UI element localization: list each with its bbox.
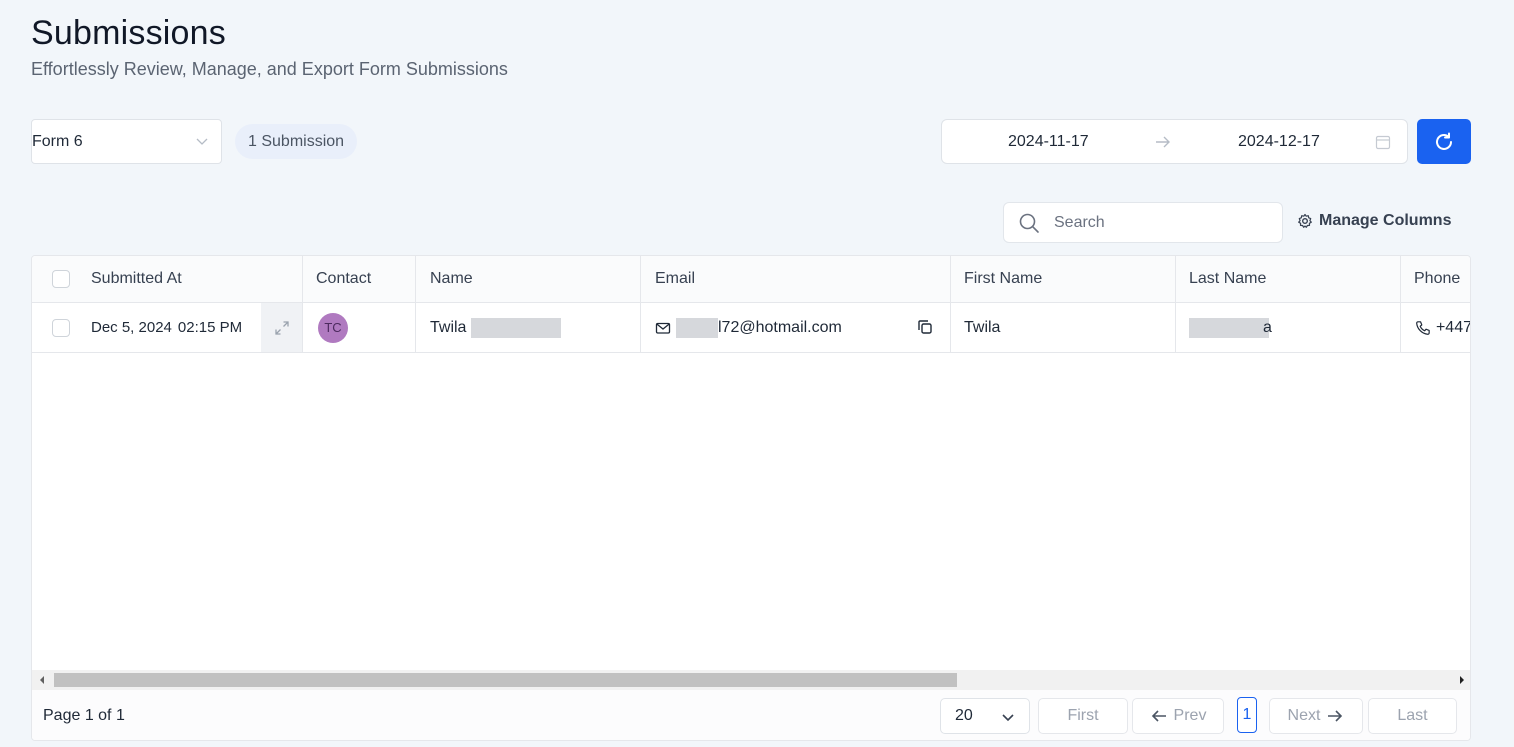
pagination-bar: Page 1 of 1 20 First Prev 1 Next Last xyxy=(32,690,1470,740)
column-header-last-name[interactable]: Last Name xyxy=(1175,256,1401,302)
page-info: Page 1 of 1 xyxy=(43,707,125,724)
table-header: Submitted At Contact Name Email First Na… xyxy=(32,256,1470,303)
column-header-name[interactable]: Name xyxy=(415,256,641,302)
calendar-icon xyxy=(1375,135,1391,150)
scroll-left-icon[interactable] xyxy=(38,675,46,685)
redacted-block xyxy=(471,317,562,338)
scroll-right-icon[interactable] xyxy=(1458,675,1466,685)
copy-icon[interactable] xyxy=(916,318,934,336)
scrollbar-thumb[interactable] xyxy=(54,673,957,687)
manage-columns-button[interactable]: Manage Columns xyxy=(1297,212,1451,230)
arrow-right-icon xyxy=(1328,710,1343,722)
submitted-at-cell: Dec 5, 2024 02:15 PM xyxy=(91,303,242,352)
column-header-phone[interactable]: Phone xyxy=(1400,256,1470,302)
next-label: Next xyxy=(1287,707,1321,724)
redacted-block xyxy=(676,317,718,338)
per-page-select[interactable]: 20 xyxy=(940,698,1030,734)
expand-icon xyxy=(274,320,289,335)
row-select-cell xyxy=(52,303,70,352)
page-subtitle: Effortlessly Review, Manage, and Export … xyxy=(31,59,508,79)
chevron-down-icon xyxy=(196,138,208,145)
page-title: Submissions xyxy=(31,14,226,52)
row-checkbox[interactable] xyxy=(52,318,70,337)
gear-icon xyxy=(1298,213,1312,228)
email-value: l72@hotmail.com xyxy=(718,318,842,336)
contact-cell: TC xyxy=(302,303,416,352)
form-select[interactable]: Form 6 xyxy=(31,119,222,164)
arrow-left-icon xyxy=(1151,710,1166,722)
refresh-icon xyxy=(1436,132,1452,150)
date-end[interactable]: 2024-12-17 xyxy=(1238,133,1320,151)
column-header-contact[interactable]: Contact xyxy=(302,256,416,302)
submitted-date: Dec 5, 2024 xyxy=(91,319,172,336)
date-range-picker[interactable]: 2024-11-17 2024-12-17 xyxy=(941,119,1408,164)
search-box[interactable] xyxy=(1003,202,1283,243)
current-page-button[interactable]: 1 xyxy=(1237,697,1257,733)
select-all-cell xyxy=(52,256,70,302)
name-value: Twila xyxy=(430,318,467,336)
column-header-first-name[interactable]: First Name xyxy=(950,256,1176,302)
next-page-button[interactable]: Next xyxy=(1269,698,1363,734)
redacted-block xyxy=(1189,317,1269,338)
submitted-time: 02:15 PM xyxy=(177,319,243,336)
date-start[interactable]: 2024-11-17 xyxy=(1008,133,1089,151)
email-cell: l72@hotmail.com xyxy=(640,303,950,352)
last-page-button[interactable]: Last xyxy=(1368,698,1457,734)
refresh-button[interactable] xyxy=(1417,119,1471,164)
chevron-down-icon xyxy=(1002,714,1014,722)
column-header-submitted-at[interactable]: Submitted At xyxy=(91,256,182,302)
last-name-value: a xyxy=(1263,318,1272,336)
name-cell: Twila xyxy=(415,303,641,352)
phone-value: +447 xyxy=(1435,318,1471,336)
manage-columns-label: Manage Columns xyxy=(1319,212,1452,229)
first-name-cell: Twila xyxy=(950,303,1176,352)
last-name-cell: a xyxy=(1175,303,1401,352)
search-icon xyxy=(1019,213,1039,233)
prev-label: Prev xyxy=(1173,707,1207,724)
expand-row-button[interactable] xyxy=(261,303,302,352)
per-page-value: 20 xyxy=(955,707,973,724)
table-row[interactable]: Dec 5, 2024 02:15 PM TC Twila l72@hotmai… xyxy=(32,303,1471,353)
mail-icon xyxy=(655,322,671,334)
select-all-checkbox[interactable] xyxy=(52,270,70,288)
avatar[interactable]: TC xyxy=(318,312,348,343)
submission-count-badge: 1 Submission xyxy=(235,124,358,159)
submissions-table: Submitted At Contact Name Email First Na… xyxy=(31,255,1471,741)
arrow-right-icon xyxy=(1156,136,1170,148)
horizontal-scrollbar[interactable] xyxy=(32,670,1470,690)
phone-icon xyxy=(1416,320,1430,335)
form-select-value: Form 6 xyxy=(32,132,83,150)
prev-page-button[interactable]: Prev xyxy=(1132,698,1224,734)
search-input[interactable] xyxy=(1054,213,1254,232)
column-header-email[interactable]: Email xyxy=(640,256,950,302)
first-page-button[interactable]: First xyxy=(1038,698,1128,734)
phone-cell: +447 xyxy=(1400,303,1471,352)
